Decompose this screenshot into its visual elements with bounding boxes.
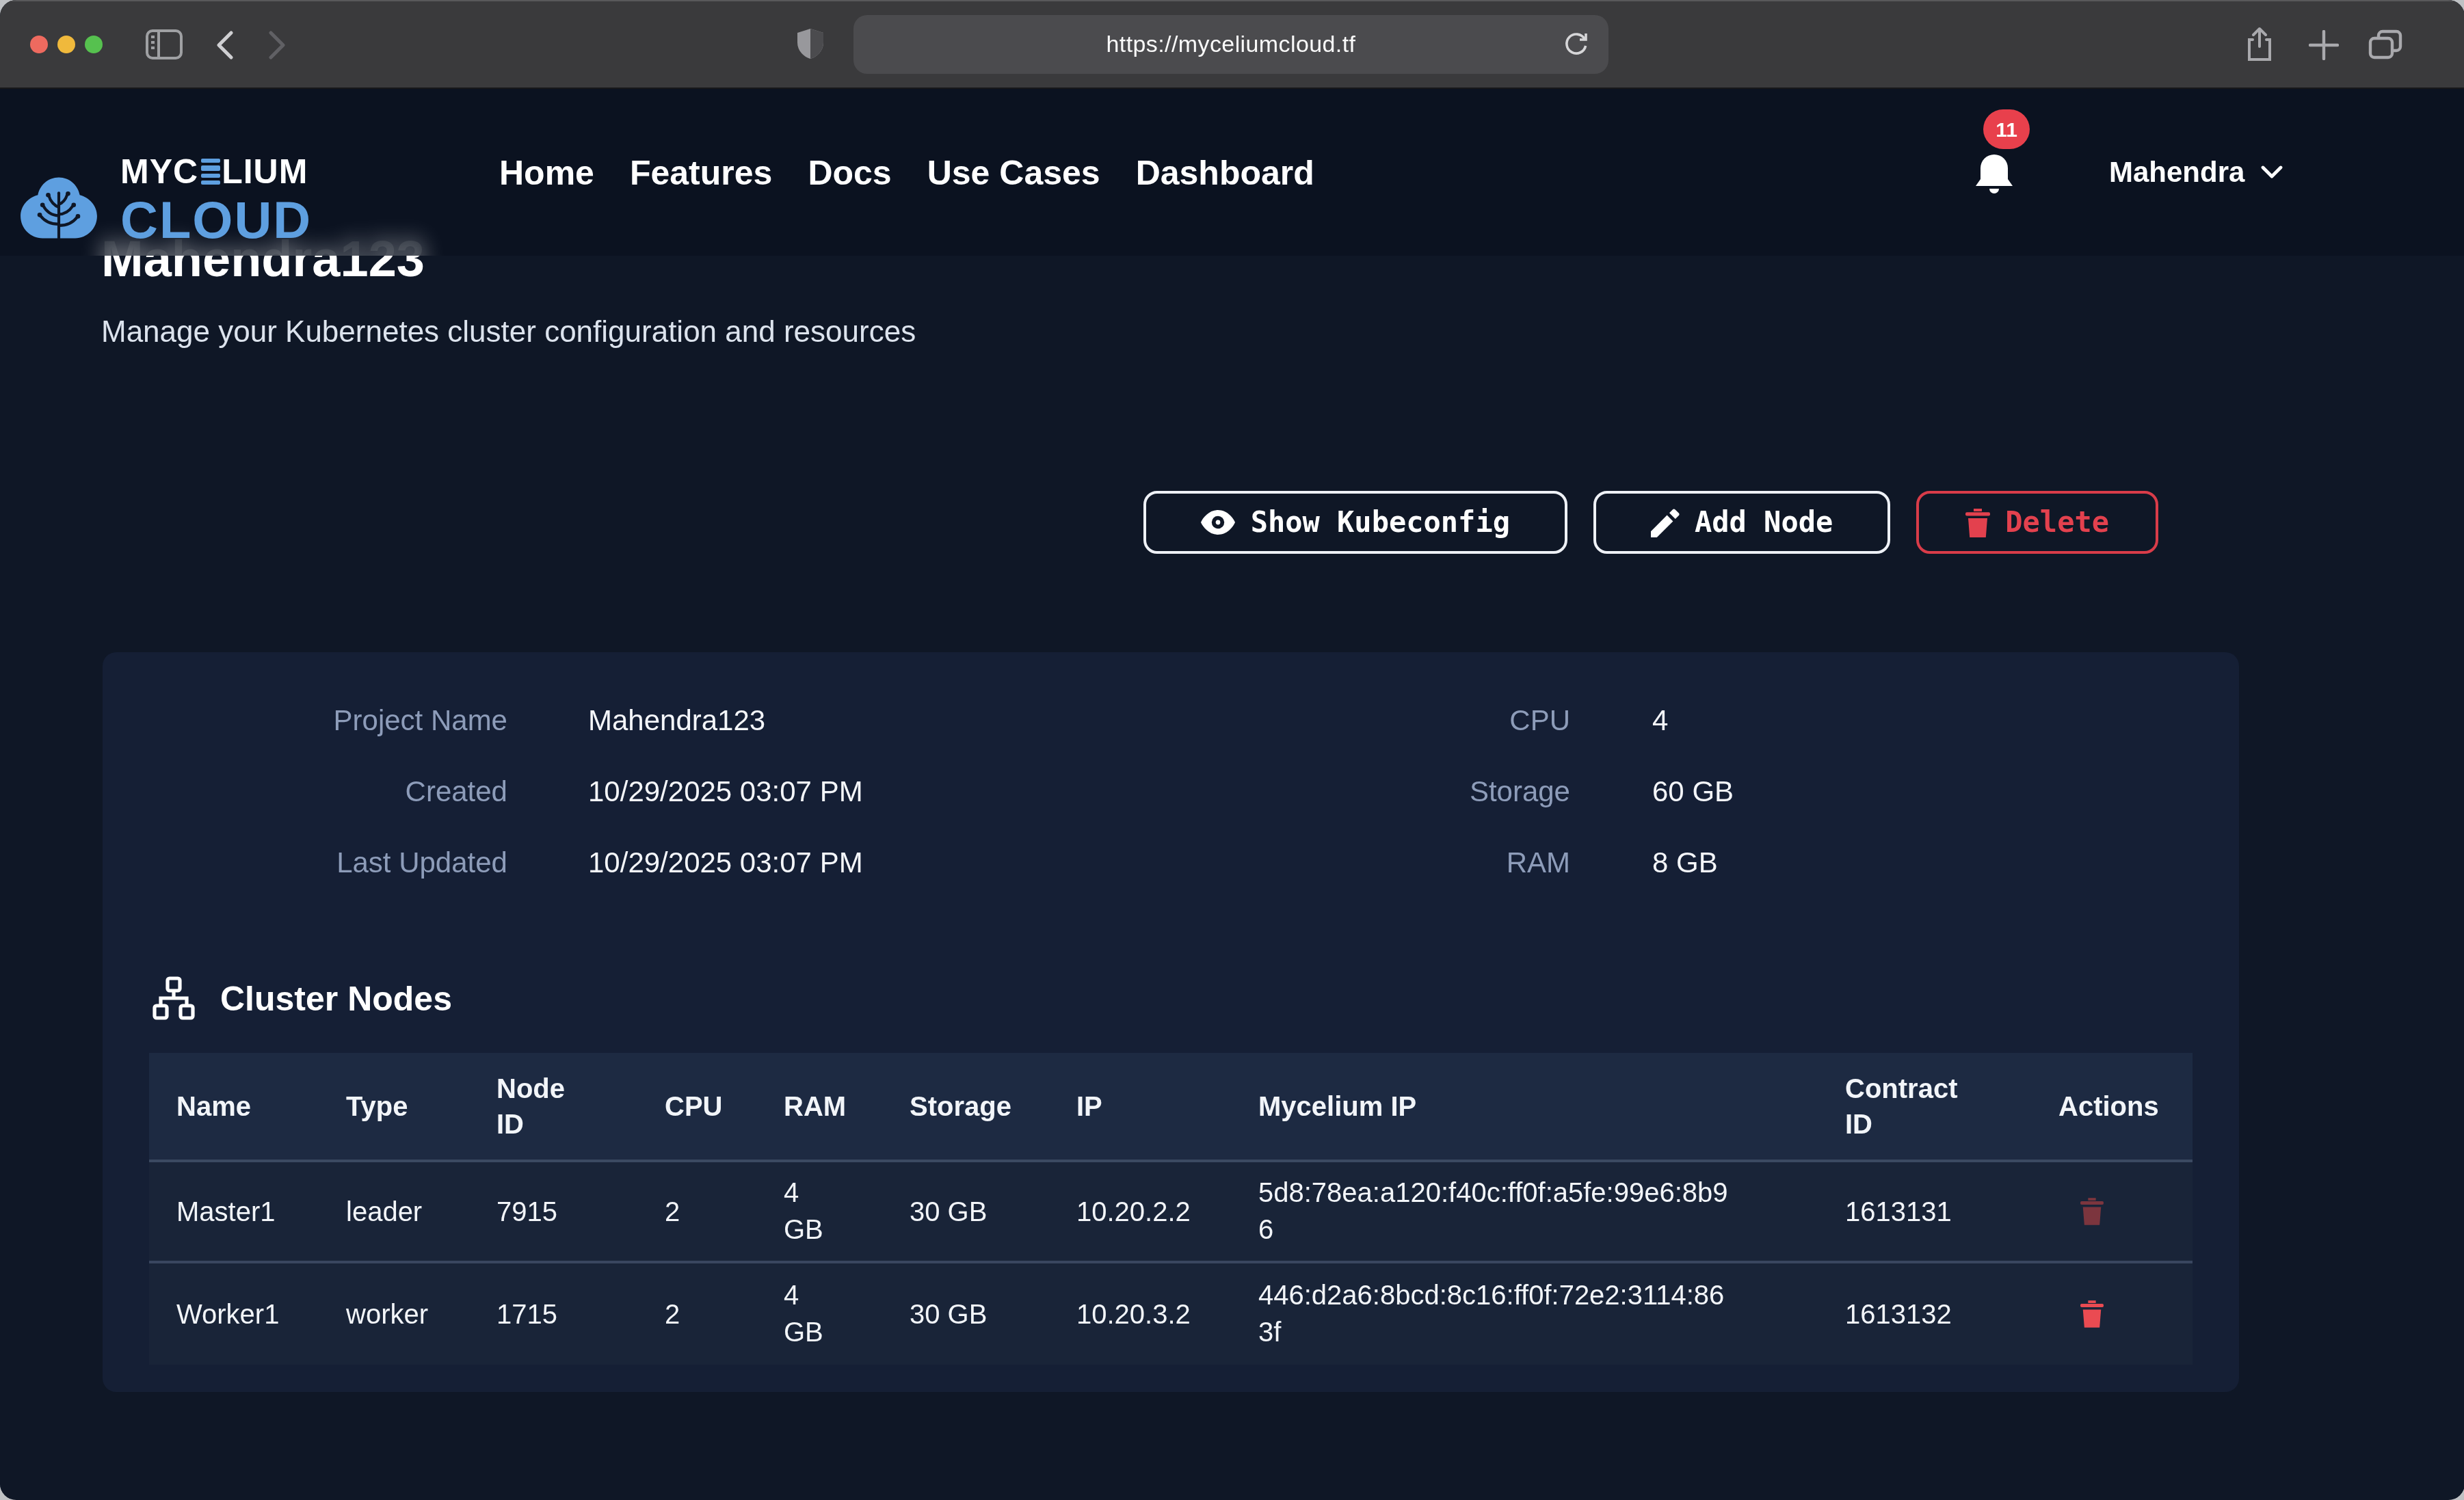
show-kubeconfig-button[interactable]: Show Kubeconfig (1144, 491, 1567, 554)
col-actions: Actions (2031, 1053, 2193, 1160)
url-text: https://myceliumcloud.tf (1107, 31, 1356, 58)
ram-label: RAM (1316, 844, 1570, 882)
table-row: Master1 leader 7915 2 4 GB 30 GB 10.20.2… (149, 1162, 2193, 1263)
close-window-button[interactable] (30, 36, 48, 53)
brand-e-bars-icon (200, 159, 220, 185)
cell-cpu: 2 (637, 1263, 756, 1365)
cell-node-id: 7915 (469, 1162, 637, 1261)
col-node-id: Node ID (469, 1053, 637, 1160)
col-mycelium-ip: Mycelium IP (1231, 1053, 1818, 1160)
created-label: Created (149, 773, 507, 811)
project-name-label: Project Name (149, 701, 507, 740)
delete-node-icon[interactable] (2080, 1300, 2104, 1328)
share-icon[interactable] (2243, 0, 2276, 89)
cell-type: worker (319, 1263, 469, 1365)
col-ip: IP (1049, 1053, 1231, 1160)
cell-mycelium-ip: 446:d2a6:8bcd:8c16:ff0f:72e2:3114:863f (1231, 1263, 1818, 1365)
cluster-nodes-heading: Cluster Nodes (152, 976, 452, 1020)
zoom-window-button[interactable] (85, 36, 103, 53)
app-header: Mahendra123 (0, 89, 2464, 256)
storage-value: 60 GB (1652, 773, 1734, 811)
cpu-value: 4 (1652, 701, 1668, 740)
col-name: Name (149, 1053, 319, 1160)
col-type: Type (319, 1053, 469, 1160)
project-name-value: Mahendra123 (588, 701, 765, 740)
cell-contract-id: 1613132 (1818, 1263, 2031, 1365)
delete-node-icon[interactable] (2080, 1198, 2104, 1225)
page-subtitle: Manage your Kubernetes cluster configura… (101, 312, 916, 353)
browser-chrome: https://myceliumcloud.tf (0, 0, 2464, 89)
last-updated-value: 10/29/2025 03:07 PM (588, 844, 863, 882)
ram-value: 8 GB (1652, 844, 1718, 882)
cell-actions (2031, 1263, 2193, 1365)
cell-ram: 4 GB (756, 1263, 882, 1365)
add-node-button[interactable]: Add Node (1593, 491, 1890, 554)
chevron-down-icon (2261, 165, 2283, 179)
nav-dashboard[interactable]: Dashboard (1136, 152, 1314, 192)
new-tab-icon[interactable] (2309, 0, 2339, 89)
network-icon (152, 976, 196, 1020)
user-name: Mahendra (2109, 156, 2244, 189)
col-cpu: CPU (637, 1053, 756, 1160)
created-value: 10/29/2025 03:07 PM (588, 773, 863, 811)
trash-icon (1965, 508, 1990, 537)
back-button[interactable] (215, 0, 234, 89)
cell-type: leader (319, 1162, 469, 1261)
table-header-row: Name Type Node ID CPU RAM Storage IP Myc… (149, 1053, 2193, 1162)
delete-cluster-button[interactable]: Delete (1916, 491, 2158, 554)
nav-use-cases[interactable]: Use Cases (927, 152, 1100, 192)
cell-storage: 30 GB (882, 1263, 1049, 1365)
project-info-right: CPU 4 Storage 60 GB RAM 8 GB (1316, 701, 1734, 915)
shield-icon[interactable] (796, 0, 825, 89)
page: Mahendra123 Manage your Kubernetes clust… (0, 89, 2464, 1499)
col-contract-id: Contract ID (1818, 1053, 2031, 1160)
cpu-label: CPU (1316, 701, 1570, 740)
forward-button[interactable] (268, 0, 287, 89)
col-storage: Storage (882, 1053, 1049, 1160)
cell-ram: 4 GB (756, 1162, 882, 1261)
brand-line-mycelium: MYCLIUM (120, 152, 312, 191)
cluster-nodes-table: Name Type Node ID CPU RAM Storage IP Myc… (149, 1053, 2193, 1365)
cluster-actions-row: Show Kubeconfig Add Node Delete (101, 491, 2158, 554)
nav-docs[interactable]: Docs (808, 152, 891, 192)
cell-ip: 10.20.3.2 (1049, 1263, 1231, 1365)
last-updated-label: Last Updated (149, 844, 507, 882)
minimize-window-button[interactable] (57, 36, 75, 53)
col-ram: RAM (756, 1053, 882, 1160)
cell-cpu: 2 (637, 1162, 756, 1261)
brand-logo-icon[interactable] (19, 165, 98, 250)
cell-contract-id: 1613131 (1818, 1162, 2031, 1261)
refresh-icon[interactable] (1562, 29, 1589, 59)
address-bar[interactable]: https://myceliumcloud.tf (853, 15, 1608, 74)
cell-node-id: 1715 (469, 1263, 637, 1365)
storage-label: Storage (1316, 773, 1570, 811)
cell-name: Master1 (149, 1162, 319, 1261)
brand-wordmark[interactable]: MYCLIUM CLOUD (120, 152, 312, 247)
notification-badge: 11 (1983, 109, 2030, 149)
eye-icon (1202, 510, 1236, 535)
cell-ip: 10.20.2.2 (1049, 1162, 1231, 1261)
user-menu[interactable]: Mahendra (2109, 89, 2283, 256)
cell-storage: 30 GB (882, 1162, 1049, 1261)
sidebar-toggle-icon[interactable] (145, 0, 183, 89)
main-nav: Home Features Docs Use Cases Dashboard (499, 89, 1314, 256)
table-row: Worker1 worker 1715 2 4 GB 30 GB 10.20.3… (149, 1263, 2193, 1365)
tab-overview-icon[interactable] (2368, 0, 2403, 89)
pencil-icon (1651, 508, 1680, 537)
brand-line-cloud: CLOUD (120, 193, 312, 247)
cell-mycelium-ip: 5d8:78ea:a120:f40c:ff0f:a5fe:99e6:8b96 (1231, 1162, 1818, 1261)
nav-features[interactable]: Features (630, 152, 772, 192)
project-info-card: Project Name Mahendra123 Created 10/29/202… (103, 652, 2239, 1392)
bell-icon[interactable] (1972, 152, 2016, 198)
nav-home[interactable]: Home (499, 152, 594, 192)
cell-name: Worker1 (149, 1263, 319, 1365)
browser-window: https://myceliumcloud.tf (0, 0, 2464, 1500)
project-info-left: Project Name Mahendra123 Created 10/29/202… (149, 701, 863, 915)
cell-actions (2031, 1162, 2193, 1261)
